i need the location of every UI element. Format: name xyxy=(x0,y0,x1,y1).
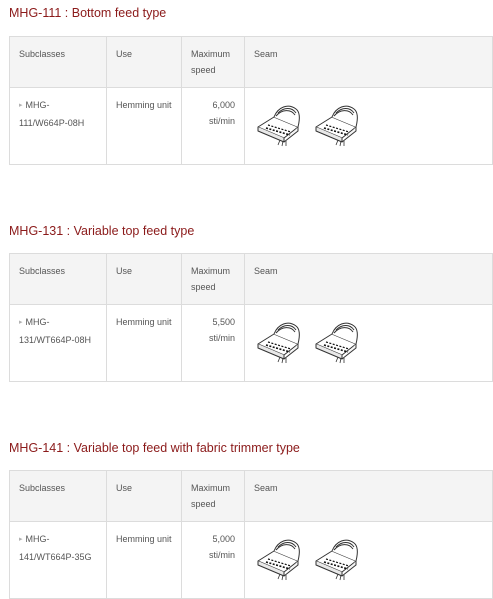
seam-hem-illustration-icon xyxy=(254,531,304,581)
header-use: Use xyxy=(106,253,182,305)
subclass-cell: ▸ MHG-131/WT664P-08H xyxy=(9,304,107,382)
speed-unit: sti/min xyxy=(208,333,235,343)
bullet-icon: ▸ xyxy=(19,536,23,543)
header-speed: Maximum speed xyxy=(181,470,245,522)
table-row: ▸ MHG-111/W664P-08H Hemming unit 6,000 sti… xyxy=(9,87,493,165)
speed-value: 5,500 xyxy=(212,317,235,327)
table-header-row: Subclasses Use Maximum speed Seam xyxy=(9,253,493,305)
speed-value: 6,000 xyxy=(212,100,235,110)
speed-unit: sti/min xyxy=(208,550,235,560)
spec-table: Subclasses Use Maximum speed Seam ▸ MHG-1… xyxy=(9,36,493,165)
subclass-cell: ▸ MHG-141/WT664P-35G xyxy=(9,521,107,599)
subclass-value[interactable]: MHG-131/WT664P-08H xyxy=(19,317,91,345)
seam-hem-illustration-icon xyxy=(254,314,304,364)
use-cell: Hemming unit xyxy=(106,87,182,165)
header-subclasses: Subclasses xyxy=(9,470,107,522)
seam-hem-illustration-icon xyxy=(254,97,304,147)
speed-value: 5,000 xyxy=(212,534,235,544)
bullet-icon: ▸ xyxy=(19,102,23,109)
speed-cell: 5,000 sti/min xyxy=(181,521,245,599)
section-title: MHG-131 : Variable top feed type xyxy=(9,224,195,238)
spec-table: Subclasses Use Maximum speed Seam ▸ MHG-1… xyxy=(9,470,493,599)
speed-cell: 6,000 sti/min xyxy=(181,87,245,165)
subclass-value[interactable]: MHG-111/W664P-08H xyxy=(19,100,84,128)
table-row: ▸ MHG-141/WT664P-35G Hemming unit 5,000 st… xyxy=(9,521,493,599)
header-subclasses: Subclasses xyxy=(9,36,107,88)
bullet-icon: ▸ xyxy=(19,319,23,326)
seam-cell xyxy=(244,87,493,165)
header-speed: Maximum speed xyxy=(181,253,245,305)
subclass-cell: ▸ MHG-111/W664P-08H xyxy=(9,87,107,165)
table-header-row: Subclasses Use Maximum speed Seam xyxy=(9,36,493,88)
spec-table: Subclasses Use Maximum speed Seam ▸ MHG-1… xyxy=(9,253,493,382)
seam-cell xyxy=(244,521,493,599)
header-seam: Seam xyxy=(244,470,493,522)
table-header-row: Subclasses Use Maximum speed Seam xyxy=(9,470,493,522)
header-seam: Seam xyxy=(244,36,493,88)
table-row: ▸ MHG-131/WT664P-08H Hemming unit 5,500 st… xyxy=(9,304,493,382)
use-cell: Hemming unit xyxy=(106,304,182,382)
header-speed: Maximum speed xyxy=(181,36,245,88)
seam-cell xyxy=(244,304,493,382)
use-cell: Hemming unit xyxy=(106,521,182,599)
speed-cell: 5,500 sti/min xyxy=(181,304,245,382)
section-title: MHG-141 : Variable top feed with fabric … xyxy=(9,441,300,455)
section-title: MHG-111 : Bottom feed type xyxy=(9,6,167,20)
seam-hem-illustration-icon xyxy=(312,314,362,364)
subclass-value[interactable]: MHG-141/WT664P-35G xyxy=(19,534,92,562)
seam-hem-illustration-icon xyxy=(312,531,362,581)
header-use: Use xyxy=(106,470,182,522)
seam-hem-illustration-icon xyxy=(312,97,362,147)
header-seam: Seam xyxy=(244,253,493,305)
header-use: Use xyxy=(106,36,182,88)
header-subclasses: Subclasses xyxy=(9,253,107,305)
speed-unit: sti/min xyxy=(208,116,235,126)
